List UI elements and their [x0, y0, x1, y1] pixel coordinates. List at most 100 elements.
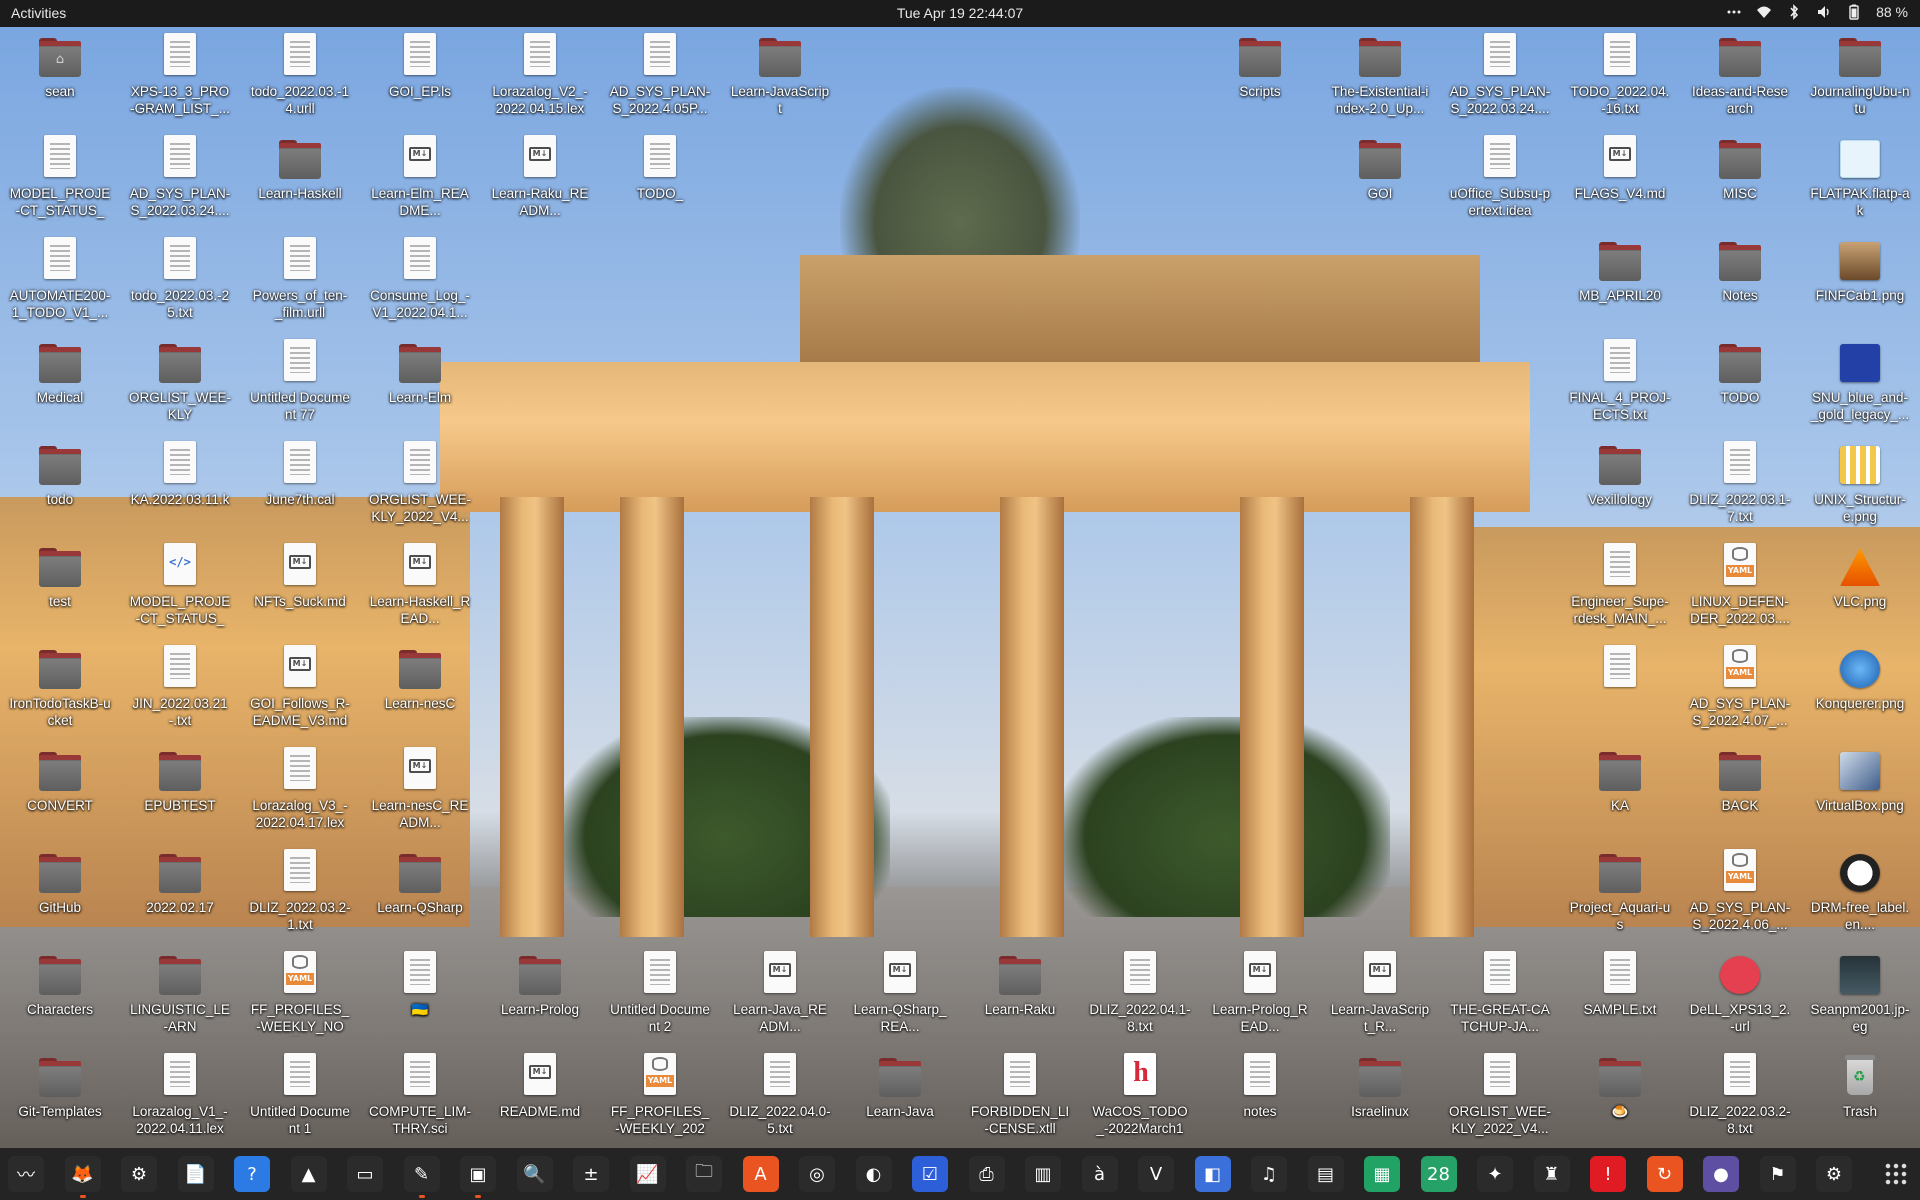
dock-pdf-viewer-icon[interactable]: ▤	[1307, 1156, 1344, 1192]
dock-file-roller-icon[interactable]: ▣	[460, 1156, 496, 1198]
desktop-icon[interactable]: DLIZ_2022.03.2-8.txt	[1686, 1047, 1794, 1147]
desktop-icon[interactable]: Ideas-and-Research	[1686, 27, 1794, 127]
desktop-icon[interactable]: 2022.02.17	[126, 843, 234, 943]
dock-archive-icon[interactable]: ▥	[1025, 1156, 1061, 1192]
dock-spreadsheet-icon[interactable]: ▦	[1364, 1156, 1400, 1192]
desktop-icon[interactable]: DLIZ_2022.04.1-8.txt	[1086, 945, 1194, 1045]
desktop-icon[interactable]: M↓ Learn-JavaScript_R...	[1326, 945, 1434, 1045]
battery-percent[interactable]: 88 %	[1876, 4, 1908, 20]
desktop-icon[interactable]: YAML AD_SYS_PLAN-S_2022.4.07_...	[1686, 639, 1794, 739]
desktop-icon[interactable]: 🍮	[1566, 1047, 1674, 1147]
desktop-icon[interactable]: SNU_blue_and-_gold_legacy_...	[1806, 333, 1914, 433]
desktop-icon[interactable]: todo_2022.03.-25.txt	[126, 231, 234, 331]
desktop-icon[interactable]: ⌂ sean	[6, 27, 114, 127]
bluetooth-icon[interactable]	[1786, 4, 1802, 20]
dock-vim-icon[interactable]: V	[1138, 1156, 1174, 1192]
desktop-icon[interactable]: The-Existential-index-2.0_Up...	[1326, 27, 1434, 127]
desktop-icon[interactable]: GitHub	[6, 843, 114, 943]
desktop-icon[interactable]: 🇺🇦	[366, 945, 474, 1045]
desktop-icon[interactable]: ♻ Trash	[1806, 1047, 1914, 1147]
dock-terminal-icon[interactable]: ▭	[347, 1156, 383, 1192]
dock-app-store-icon[interactable]: ⚙	[1816, 1156, 1852, 1192]
desktop-icon[interactable]: ORGLIST_WEE-KLY_2022_V4...	[1446, 1047, 1554, 1147]
dock-char-map-icon[interactable]: à	[1081, 1156, 1118, 1192]
desktop-icon[interactable]: YAML AD_SYS_PLAN-S_2022.4.06_...	[1686, 843, 1794, 943]
desktop-icon[interactable]: YAMLFF_PROFILES_-WEEKLY_2022...	[606, 1047, 714, 1147]
volume-icon[interactable]	[1816, 4, 1832, 20]
desktop-icon[interactable]	[1566, 639, 1674, 739]
battery-icon[interactable]	[1846, 4, 1862, 20]
dock-image-viewer-icon[interactable]: 🔍	[516, 1156, 553, 1192]
desktop-icon[interactable]: Learn-QSharp	[366, 843, 474, 943]
desktop-icon[interactable]: M↓ Learn-Haskell_READ...	[366, 537, 474, 637]
dock-game-icon[interactable]: ♜	[1533, 1156, 1570, 1192]
dock-document-scanner-icon[interactable]: ⎙	[968, 1156, 1005, 1192]
desktop-icon[interactable]: GOI	[1326, 129, 1434, 229]
desktop-icon[interactable]: IronTodoTaskB-ucket	[6, 639, 114, 739]
desktop-icon[interactable]: YAML LINUX_DEFEN-DER_2022.03....	[1686, 537, 1794, 637]
desktop-icon[interactable]: MODEL_PROJE-CT_STATUS_V...	[6, 129, 114, 229]
desktop-icon[interactable]: Medical	[6, 333, 114, 433]
desktop-icon[interactable]: COMPUTE_LIM-THRY.sci	[366, 1047, 474, 1147]
dock-vlc-icon[interactable]: ▲	[290, 1156, 327, 1192]
desktop-icon[interactable]: ORGLIST_WEE-KLY_2022_V4...	[366, 435, 474, 535]
desktop-icon[interactable]: XPS-13_3_PRO-GRAM_LIST_...	[126, 27, 234, 127]
desktop-icon[interactable]: Untitled Document 2	[606, 945, 714, 1045]
desktop-icon[interactable]: MISC	[1686, 129, 1794, 229]
dock-network-icon[interactable]: ⚑	[1759, 1156, 1796, 1192]
desktop-icon[interactable]: Konquerer.png	[1806, 639, 1914, 739]
dock-alert-icon[interactable]: !	[1590, 1156, 1626, 1192]
desktop-icon[interactable]: todo_2022.03.-14.urll	[246, 27, 354, 127]
desktop-icon[interactable]: Learn-JavaScript	[726, 27, 834, 127]
desktop-icon[interactable]: Seanpm2001.jp-eg	[1806, 945, 1914, 1045]
desktop-icon[interactable]: Characters	[6, 945, 114, 1045]
desktop-icon[interactable]: M↓ Learn-nesC_READM...	[366, 741, 474, 841]
dock-text-editor-icon[interactable]: ✎	[403, 1156, 440, 1198]
desktop-icon[interactable]: YAMLFF_PROFILES_-WEEKLY_NOT...	[246, 945, 354, 1045]
desktop-icon[interactable]: June7th.cal	[246, 435, 354, 535]
desktop-icon[interactable]: M↓ Learn-Java_READM...	[726, 945, 834, 1045]
desktop-icon[interactable]: BACK	[1686, 741, 1794, 841]
desktop-icon[interactable]: Powers_of_ten-_film.urll	[246, 231, 354, 331]
desktop-icon[interactable]: MB_APRIL20	[1566, 231, 1674, 331]
desktop-icon[interactable]: CONVERT	[6, 741, 114, 841]
desktop-icon[interactable]: LINGUISTIC_LE-ARN	[126, 945, 234, 1045]
desktop-icon[interactable]: M↓ README.md	[486, 1047, 594, 1147]
desktop-icon[interactable]: ORGLIST_WEE-KLY	[126, 333, 234, 433]
desktop-icon[interactable]: Learn-Raku	[966, 945, 1074, 1045]
desktop-icon[interactable]: VirtualBox.png	[1806, 741, 1914, 841]
desktop-icon[interactable]: Lorazalog_V1_-2022.04.11.lex	[126, 1047, 234, 1147]
desktop-icon[interactable]: notes	[1206, 1047, 1314, 1147]
desktop-icon[interactable]: Untitled Document 77	[246, 333, 354, 433]
desktop-icon[interactable]: Consume_Log_-V1_2022.04.1...	[366, 231, 474, 331]
desktop-icon[interactable]: Engineer_Supe-rdesk_MAIN_...	[1566, 537, 1674, 637]
dock-webcam-icon[interactable]: ●	[1703, 1156, 1739, 1192]
dock-updater-icon[interactable]: ↻	[1646, 1156, 1683, 1192]
desktop-icon[interactable]: Learn-nesC	[366, 639, 474, 739]
desktop-icon[interactable]: DeLL_XPS13_2.-url	[1686, 945, 1794, 1045]
desktop-icon[interactable]: UNIX_Structur-e.png	[1806, 435, 1914, 535]
desktop-icon[interactable]: THE-GREAT-CATCHUP-JA...	[1446, 945, 1554, 1045]
desktop-icon[interactable]: Project_Aquari-us	[1566, 843, 1674, 943]
dock-gimp-icon[interactable]: ✦	[1477, 1156, 1513, 1192]
activities-button[interactable]: Activities	[11, 5, 66, 21]
desktop-icon[interactable]: TODO	[1686, 333, 1794, 433]
dock-recorder-icon[interactable]: ◐	[855, 1156, 892, 1192]
desktop-icon[interactable]: GOI_EP.ls	[366, 27, 474, 127]
desktop-icon[interactable]: Lorazalog_V3_-2022.04.17.lex	[246, 741, 354, 841]
dock-music-icon[interactable]: ♫	[1251, 1156, 1287, 1192]
dock-firefox-icon[interactable]: 🦊	[64, 1156, 101, 1198]
desktop-icon[interactable]: DLIZ_2022.04.0-5.txt	[726, 1047, 834, 1147]
desktop-icon[interactable]: AUTOMATE200-1_TODO_V1_...	[6, 231, 114, 331]
dock-text-document-icon[interactable]: 📄	[177, 1156, 214, 1192]
desktop-icon[interactable]: </>MODEL_PROJE-CT_STATUS_V...	[126, 537, 234, 637]
desktop-icon[interactable]: DLIZ_2022.03.2-1.txt	[246, 843, 354, 943]
desktop-icon[interactable]: Untitled Document 1	[246, 1047, 354, 1147]
overflow-dots-icon[interactable]	[1726, 4, 1742, 20]
desktop-icon[interactable]: FORBIDDEN_LI-CENSE.xtll	[966, 1047, 1074, 1147]
dock-calculator-icon[interactable]: ±	[573, 1156, 609, 1192]
desktop-icon[interactable]: Lorazalog_V2_-2022.04.15.lex	[486, 27, 594, 127]
clock[interactable]: Tue Apr 19 22:44:07	[897, 5, 1023, 21]
desktop-icon[interactable]: hWaCOS_TODO_-2022March15...	[1086, 1047, 1194, 1147]
desktop-icon[interactable]: Scripts	[1206, 27, 1314, 127]
